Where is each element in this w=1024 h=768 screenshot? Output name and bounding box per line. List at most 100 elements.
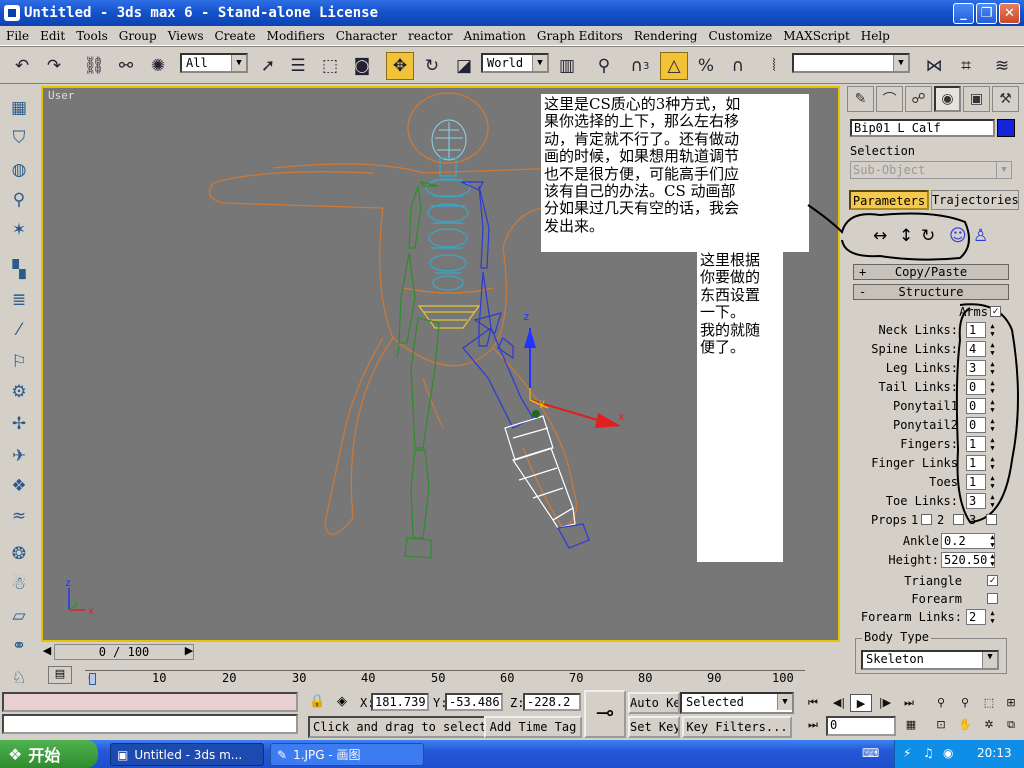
curve-editor-icon[interactable]: ▤ <box>48 666 72 684</box>
window-crossing-icon[interactable]: ◙ <box>348 52 376 80</box>
menu-graph-editors[interactable]: Graph Editors <box>537 29 623 43</box>
symmetrical-icon[interactable]: ♙ <box>973 226 988 246</box>
ankle-input[interactable]: 0.2 <box>941 533 995 549</box>
copy-paste-rollout[interactable]: + Copy/Paste <box>853 264 1009 280</box>
zoom-icon[interactable]: ⚲ <box>930 694 952 712</box>
motion-tab-icon[interactable]: ◉ <box>934 86 961 112</box>
time-slider[interactable]: 0 / 100 <box>54 644 194 660</box>
toy-car-icon[interactable]: ✢ <box>7 412 31 436</box>
display-tab-icon[interactable]: ▣ <box>963 86 990 112</box>
scale-icon[interactable]: ◪ <box>450 52 478 80</box>
percent-snap-icon[interactable]: % <box>692 52 720 80</box>
menu-create[interactable]: Create <box>215 29 256 43</box>
menu-maxscript[interactable]: MAXScript <box>783 29 850 43</box>
lock-icon[interactable]: 🔒 <box>309 694 325 709</box>
point-to-point-icon[interactable]: ⚭ <box>7 634 31 658</box>
lock-cog-icon[interactable]: ☺ <box>949 226 967 246</box>
key-mode-dropdown[interactable]: Selected ▼ <box>680 692 794 714</box>
zoom-extents-all-icon[interactable]: ⊞ <box>1000 694 1022 712</box>
auto-key-button[interactable]: Auto Key <box>628 692 680 714</box>
time-next-arrow[interactable]: ▶ <box>183 644 195 660</box>
redo-icon[interactable]: ↷ <box>40 52 68 80</box>
forearm-checkbox[interactable] <box>987 593 998 604</box>
rigid-body-collection-icon[interactable]: ▦ <box>7 96 31 120</box>
align-icon[interactable]: ⌗ <box>952 52 980 80</box>
dashpot-icon[interactable]: ⁄ <box>7 318 31 342</box>
abc-named-sel-icon[interactable]: ⦚ <box>760 52 788 80</box>
hierarchy-tab-icon[interactable]: ☍ <box>905 86 932 112</box>
close-button[interactable]: ✕ <box>999 3 1020 24</box>
rotate-icon[interactable]: ↻ <box>418 52 446 80</box>
pan-icon[interactable]: ✋ <box>954 716 976 734</box>
zoom-all-icon[interactable]: ⚲ <box>954 694 976 712</box>
object-color-swatch[interactable] <box>997 119 1015 137</box>
ankle-spinner[interactable]: ▲ ▼ <box>988 533 997 549</box>
rect-selection-icon[interactable]: ⬚ <box>316 52 344 80</box>
status-line[interactable] <box>2 714 298 734</box>
menu-file[interactable]: File <box>6 29 29 43</box>
zoom-extents-icon[interactable]: ⬚ <box>978 694 1000 712</box>
props-3-checkbox[interactable] <box>986 514 997 525</box>
utilities-tab-icon[interactable]: ⚒ <box>992 86 1019 112</box>
create-tab-icon[interactable]: ✎ <box>847 86 874 112</box>
spinner-snap-icon[interactable]: ∩ <box>724 52 752 80</box>
set-key-icon[interactable]: ⊸ <box>584 690 626 738</box>
prev-frame-icon[interactable]: ◀| <box>828 694 850 712</box>
object-name-field[interactable]: Bip01 L Calf <box>850 119 995 137</box>
props-2-checkbox[interactable] <box>953 514 964 525</box>
move-gizmo[interactable]: z x y <box>523 310 625 428</box>
body-rotation-icon[interactable]: ↻ <box>921 226 935 246</box>
menu-group[interactable]: Group <box>119 29 157 43</box>
water-wave-icon[interactable]: ≈ <box>7 504 31 528</box>
move-icon[interactable]: ✥ <box>386 52 414 80</box>
motor-icon[interactable]: ⚐ <box>7 350 31 374</box>
toes-spinner[interactable]: ▲ ▼ <box>988 474 997 490</box>
finger-links-input[interactable]: 1 <box>966 455 986 471</box>
start-button[interactable]: ❖ 开始 <box>0 740 98 768</box>
leg-links-input[interactable]: 3 <box>966 360 986 376</box>
finger-links-spinner[interactable]: ▲ ▼ <box>988 455 997 471</box>
mirror-icon[interactable]: ⋈ <box>920 52 948 80</box>
key-mode-toggle-icon[interactable]: ⏭ <box>802 716 824 734</box>
restore-button[interactable]: ❐ <box>976 3 997 24</box>
fingers-spinner[interactable]: ▲ ▼ <box>988 436 997 452</box>
rope-collection-icon[interactable]: ⚲ <box>7 188 31 212</box>
manipulate-icon[interactable]: ⚲ <box>590 52 618 80</box>
tray-app-icon[interactable]: ◉ <box>943 746 953 760</box>
next-frame-icon[interactable]: |▶ <box>874 694 896 712</box>
toes-input[interactable]: 1 <box>966 474 986 490</box>
current-frame-field[interactable]: 0 <box>826 716 896 736</box>
frame-ruler[interactable]: 0 10 20 30 40 50 60 70 80 90 100 <box>85 670 805 685</box>
key-filters-button[interactable]: Key Filters... <box>682 716 792 738</box>
ponytail1-spinner[interactable]: ▲ ▼ <box>988 398 997 414</box>
water-icon[interactable]: ❖ <box>7 474 31 498</box>
goto-start-icon[interactable]: ⏮ <box>802 694 824 712</box>
forearm-links-spinner[interactable]: ▲ ▼ <box>988 609 997 625</box>
props-1-checkbox[interactable] <box>921 514 932 525</box>
named-selection-dropdown[interactable]: ▼ <box>792 53 910 73</box>
tail-links-spinner[interactable]: ▲ ▼ <box>988 379 997 395</box>
keyboard-icon[interactable]: ⌨ <box>862 746 879 760</box>
time-config-icon[interactable]: ▦ <box>900 716 922 734</box>
toe-links-spinner[interactable]: ▲ ▼ <box>988 493 997 509</box>
menu-animation[interactable]: Animation <box>464 29 526 43</box>
height-spinner[interactable]: ▲ ▼ <box>988 552 997 568</box>
plane-icon[interactable]: ▚ <box>7 258 31 282</box>
height-input[interactable]: 520.50 <box>941 552 995 568</box>
spine-links-input[interactable]: 4 <box>966 341 986 357</box>
perspective-viewport[interactable]: User z x y z x y 这里是CS质心的3种方式，如 果你选择的上下，… <box>41 86 840 642</box>
unlink-icon[interactable]: ⚯ <box>112 52 140 80</box>
arms-checkbox[interactable]: ✓ <box>990 306 1001 317</box>
menu-modifiers[interactable]: Modifiers <box>267 29 325 43</box>
constraint-solver-icon[interactable]: ❂ <box>7 542 31 566</box>
modify-tab-icon[interactable]: ⌒ <box>876 86 903 112</box>
neck-links-input[interactable]: 1 <box>966 322 986 338</box>
set-key-button[interactable]: Set Key <box>628 716 680 738</box>
mirror-pivot-icon[interactable]: ▥ <box>553 52 581 80</box>
neck-links-spinner[interactable]: ▲ ▼ <box>988 322 997 338</box>
deforming-mesh-icon[interactable]: ✶ <box>7 218 31 242</box>
ragdoll-icon[interactable]: ☃ <box>7 572 31 596</box>
selected-calf[interactable] <box>504 415 576 529</box>
select-by-name-icon[interactable]: ☰ <box>284 52 312 80</box>
body-vertical-icon[interactable]: ↕ <box>899 226 913 246</box>
